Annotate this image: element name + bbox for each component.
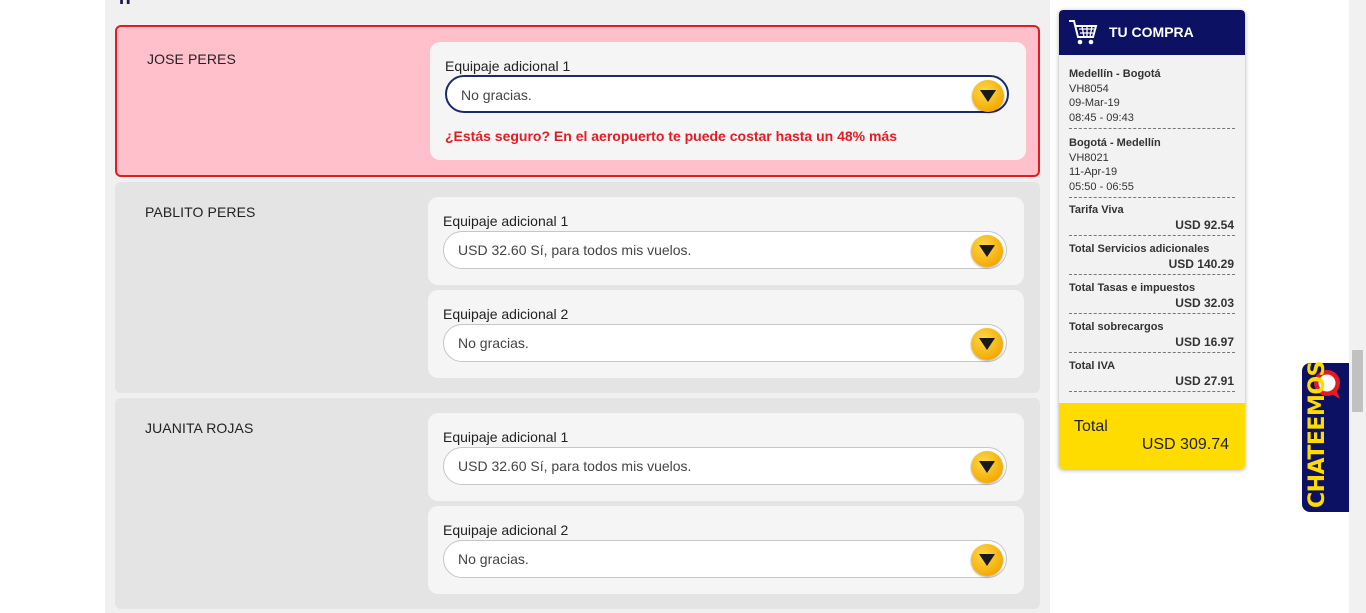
- passenger-name: JOSE PERES: [147, 51, 236, 67]
- chevron-down-icon[interactable]: [972, 80, 1004, 112]
- passenger-card: JOSE PERES Equipaje adicional 1 No graci…: [115, 25, 1040, 177]
- divider: [1069, 352, 1235, 353]
- extra-baggage-label: Equipaje adicional 1: [443, 213, 569, 229]
- price-line-amount: USD 27.91: [1175, 374, 1234, 388]
- flight-route: Medellín - Bogotá: [1069, 68, 1161, 80]
- passenger-card: PABLITO PERES Equipaje adicional 1 USD 3…: [115, 182, 1040, 393]
- baggage-warning-message: ¿Estás seguro? En el aeropuerto te puede…: [445, 128, 898, 144]
- price-line-amount: USD 140.29: [1168, 257, 1234, 271]
- extra-baggage-card: Equipaje adicional 1 USD 32.60 Sí, para …: [428, 197, 1024, 285]
- flight-segment: Medellín - Bogotá VH8054 09-Mar-19 08:45…: [1069, 67, 1234, 125]
- price-line-label: Total sobrecargos: [1069, 321, 1164, 333]
- extra-baggage-select[interactable]: USD 32.60 Sí, para todos mis vuelos.: [443, 447, 1007, 485]
- flight-time: 05:50 - 06:55: [1069, 180, 1134, 193]
- price-line-amount: USD 16.97: [1175, 335, 1234, 349]
- divider: [1069, 391, 1235, 392]
- divider: [1069, 197, 1235, 198]
- price-line-label: Total IVA: [1069, 360, 1116, 372]
- extra-baggage-selected-value: No gracias.: [458, 551, 529, 567]
- section-heading-fragment: ʃʃ: [118, 0, 178, 4]
- total-box: Total USD 309.74: [1059, 403, 1245, 469]
- purchase-summary-title: TU COMPRA: [1109, 24, 1194, 40]
- price-line-amount: USD 92.54: [1175, 218, 1234, 232]
- flight-date: 11-Apr-19: [1069, 166, 1118, 178]
- flight-route: Bogotá - Medellín: [1069, 137, 1161, 149]
- extra-baggage-card: Equipaje adicional 1 No gracias. ¿Estás …: [430, 42, 1026, 160]
- extra-baggage-select[interactable]: No gracias.: [443, 324, 1007, 362]
- shopping-cart-icon: [1068, 18, 1098, 51]
- extra-baggage-selected-value: No gracias.: [461, 87, 532, 103]
- price-line-label: Tarifa Viva: [1069, 204, 1124, 216]
- extra-baggage-selected-value: USD 32.60 Sí, para todos mis vuelos.: [458, 242, 692, 258]
- price-line-label: Total Servicios adicionales: [1069, 243, 1210, 255]
- chevron-down-icon[interactable]: [971, 328, 1003, 360]
- flight-code: VH8054: [1069, 82, 1109, 95]
- flight-code: VH8021: [1069, 151, 1109, 164]
- flight-segment: Bogotá - Medellín VH8021 11-Apr-19 05:50…: [1069, 136, 1234, 194]
- extra-baggage-label: Equipaje adicional 2: [443, 306, 569, 322]
- extra-baggage-card: Equipaje adicional 2 No gracias.: [428, 506, 1024, 594]
- extra-baggage-label: Equipaje adicional 1: [445, 58, 571, 74]
- flight-date: 09-Mar-19: [1069, 97, 1120, 109]
- price-line-amount: USD 32.03: [1175, 296, 1234, 310]
- chat-button[interactable]: CHATEEMOS: [1302, 361, 1350, 512]
- chat-label: CHATEEMOS: [1305, 361, 1330, 508]
- extra-baggage-selected-value: USD 32.60 Sí, para todos mis vuelos.: [458, 458, 692, 474]
- extra-baggage-label: Equipaje adicional 1: [443, 429, 569, 445]
- purchase-summary-panel: TU COMPRA Medellín - Bogotá VH8054 09-Ma…: [1059, 10, 1245, 469]
- page-scrollbar[interactable]: [1349, 0, 1366, 613]
- extra-baggage-select[interactable]: No gracias.: [443, 540, 1007, 578]
- passenger-name: PABLITO PERES: [145, 204, 256, 220]
- extra-baggage-select[interactable]: No gracias.: [445, 75, 1009, 113]
- divider: [1069, 128, 1235, 129]
- extra-baggage-card: Equipaje adicional 2 No gracias.: [428, 290, 1024, 378]
- total-amount: USD 309.74: [1141, 436, 1229, 453]
- passenger-card: JUANITA ROJAS Equipaje adicional 1 USD 3…: [115, 398, 1040, 609]
- extra-baggage-select[interactable]: USD 32.60 Sí, para todos mis vuelos.: [443, 231, 1007, 269]
- extra-baggage-selected-value: No gracias.: [458, 335, 529, 351]
- chevron-down-icon[interactable]: [971, 544, 1003, 576]
- chevron-down-icon[interactable]: [971, 451, 1003, 483]
- extra-baggage-card: Equipaje adicional 1 USD 32.60 Sí, para …: [428, 413, 1024, 501]
- divider: [1069, 274, 1235, 275]
- flight-time: 08:45 - 09:43: [1069, 111, 1134, 124]
- divider: [1069, 313, 1235, 314]
- scrollbar-thumb[interactable]: [1352, 350, 1363, 412]
- total-label: Total: [1074, 418, 1108, 435]
- extra-baggage-label: Equipaje adicional 2: [443, 522, 569, 538]
- purchase-summary-header: TU COMPRA: [1059, 10, 1245, 55]
- divider: [1069, 235, 1235, 236]
- price-line-label: Total Tasas e impuestos: [1069, 282, 1196, 294]
- chevron-down-icon[interactable]: [971, 235, 1003, 267]
- passenger-name: JUANITA ROJAS: [145, 420, 254, 436]
